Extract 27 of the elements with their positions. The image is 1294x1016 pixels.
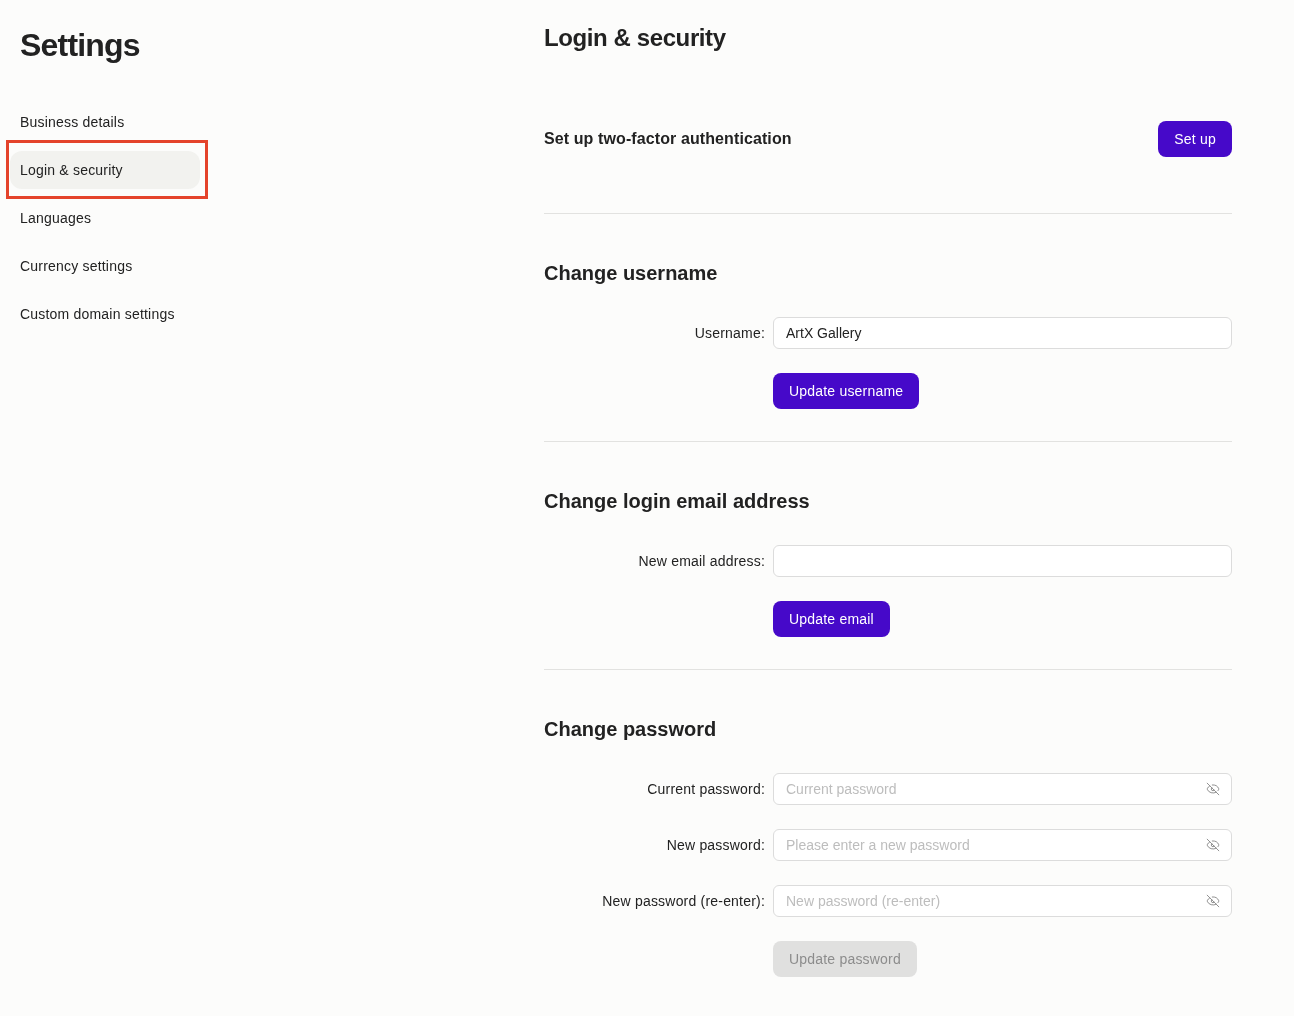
field-label: New password:	[666, 835, 765, 855]
sidebar-item[interactable]: Custom domain settings	[10, 295, 200, 333]
input-field[interactable]: ArtX Gallery	[773, 317, 1232, 349]
action-button[interactable]: Update email	[773, 601, 890, 637]
action-button[interactable]: Update username	[773, 373, 920, 409]
password-field[interactable]: Current password	[773, 773, 1232, 805]
eye-off-icon[interactable]	[1206, 894, 1220, 908]
input-field[interactable]	[773, 545, 1232, 577]
section-heading: Change username	[544, 261, 718, 286]
two-factor-label: Set up two-factor authentication	[544, 129, 792, 149]
sidebar-item[interactable]: Business details	[10, 103, 200, 141]
settings-title: Settings	[20, 26, 140, 65]
section-heading: Change login email address	[544, 489, 810, 514]
page-title: Login & security	[544, 23, 726, 53]
field-label: Username:	[694, 323, 765, 343]
field-label: New email address:	[638, 551, 765, 571]
field-label: Current password:	[647, 779, 765, 799]
password-field[interactable]: New password (re-enter)	[773, 885, 1232, 917]
sidebar-item[interactable]: Currency settings	[10, 247, 200, 285]
eye-off-icon[interactable]	[1206, 782, 1220, 796]
action-button[interactable]: Set up	[1158, 121, 1232, 157]
password-field[interactable]: Please enter a new password	[773, 829, 1232, 861]
sidebar-item[interactable]: Login & security	[10, 151, 200, 189]
sidebar-item[interactable]: Languages	[10, 199, 200, 237]
field-label: New password (re-enter):	[602, 891, 765, 911]
section-heading: Change password	[544, 717, 717, 742]
eye-off-icon[interactable]	[1206, 838, 1220, 852]
